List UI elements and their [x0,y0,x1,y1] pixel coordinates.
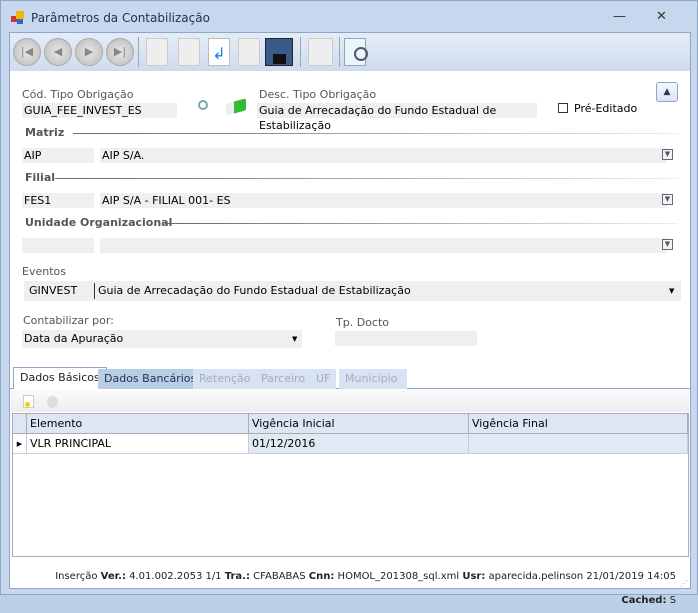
chevron-down-icon[interactable]: ▼ [662,239,673,250]
cell-vigencia-final[interactable] [469,434,688,454]
eventos-name: Guia de Arrecadação do Fundo Estadual de… [98,284,411,297]
pre-editado-checkbox[interactable] [558,103,568,113]
tra-label: Tra.: [224,571,250,582]
minimize-button[interactable]: — [613,9,626,24]
status-version: 4.01.002.2053 [129,571,203,582]
contabilizar-value: Data da Apuração [24,332,124,345]
tab-uf[interactable]: UF [310,369,337,389]
lock-icon[interactable] [308,38,333,66]
first-record-icon[interactable]: |◀ [13,38,41,66]
search-document-icon[interactable] [344,38,368,66]
edit-icon[interactable] [178,38,200,66]
matriz-name-select[interactable]: AIP S/A. [100,148,667,163]
desc-tipo-obrigacao-input[interactable]: Guia de Arrecadação do Fundo Estadual de… [257,103,537,132]
eraser-icon[interactable] [226,98,246,116]
cnn-label: Cnn: [308,571,335,582]
column-header-vigencia-final[interactable]: Vigência Final [469,414,688,434]
delete-icon[interactable] [238,38,260,66]
tab-dados-basicos[interactable]: Dados Básicos [13,367,107,389]
last-record-icon[interactable]: ▶| [106,38,134,66]
eventos-select[interactable]: GINVEST Guia de Arrecadação do Fundo Est… [24,281,681,301]
status-datetime: 21/01/2019 14:05 [586,571,676,582]
ver-label: Ver.: [100,571,126,582]
chevron-down-icon[interactable]: ▼ [669,281,674,301]
previous-record-icon[interactable]: ◀ [44,38,72,66]
tab-retencao[interactable]: Retenção [193,369,257,389]
status-page: 1/1 [205,571,222,582]
status-mode: Inserção [55,571,98,582]
status-tra: CFABABAS [253,571,306,582]
tab-parceiro[interactable]: Parceiro [255,369,312,389]
chevron-down-icon[interactable]: ▼ [292,330,297,348]
data-grid: Elemento Vigência Inicial Vigência Final… [12,413,689,557]
unidade-name-select[interactable] [100,238,667,253]
cod-tipo-obrigacao-label: Cód. Tipo Obrigação [22,88,134,101]
cod-tipo-obrigacao-input[interactable]: GUIA_FEE_INVEST_ES [22,103,177,118]
add-row-icon[interactable] [23,395,34,408]
column-header-elemento[interactable]: Elemento [27,414,249,434]
unidade-section-label: Unidade Organizacional [25,216,173,229]
contabilizar-select[interactable]: Data da Apuração ▼ [22,330,302,348]
cell-elemento[interactable]: VLR PRINCIPAL [27,434,249,454]
matriz-section-label: Matriz [25,126,65,139]
window-title: Parâmetros da Contabilização [31,11,210,25]
search-icon[interactable] [198,100,208,110]
filial-code-input[interactable]: FES1 [22,193,94,208]
delete-row-icon[interactable] [47,396,58,408]
eventos-code: GINVEST [29,284,78,297]
status-bar: Inserção Ver.: 4.01.002.2053 1/1 Tra.: C… [10,565,690,606]
new-document-icon[interactable] [146,38,168,66]
undo-icon[interactable]: ↲ [208,38,230,66]
unidade-code-input[interactable] [22,238,94,253]
chevron-down-icon[interactable]: ▼ [662,194,673,205]
status-user: aparecida.pelinson [488,571,584,582]
cell-vigencia-inicial[interactable]: 01/12/2016 [249,434,469,454]
status-cnn: HOMOL_201308_sql.xml [337,571,460,582]
toolbar: |◀ ◀ ▶ ▶| ↲ [10,33,690,71]
row-selector-icon[interactable]: ▶ [13,434,27,454]
next-record-icon[interactable]: ▶ [75,38,103,66]
close-button[interactable]: ✕ [656,9,667,24]
filial-section-label: Filial [25,171,56,184]
client-area: |◀ ◀ ▶ ▶| ↲ Cód. Tipo Obrigação GUIA_FEE… [9,32,691,606]
collapse-button[interactable]: ▲ [656,82,678,102]
usr-label: Usr: [462,571,486,582]
pre-editado-label: Pré-Editado [574,102,638,115]
resize-grip-icon[interactable]: ⋰ [680,579,688,588]
eventos-label: Eventos [22,265,66,278]
contabilizar-label: Contabilizar por: [23,314,114,327]
app-icon [11,11,25,25]
grid-toolbar [11,390,689,412]
cached-label: Cached: [621,595,667,606]
tab-municipio[interactable]: Município [339,369,408,389]
tab-dados-bancarios[interactable]: Dados Bancários [98,369,203,389]
desc-tipo-obrigacao-label: Desc. Tipo Obrigação [259,88,377,101]
save-icon[interactable] [265,38,293,66]
status-cached: S [669,595,676,606]
tp-docto-label: Tp. Docto [336,316,389,329]
tp-docto-input[interactable] [335,331,477,346]
filial-name-select[interactable]: AIP S/A - FILIAL 001- ES [100,193,667,208]
column-header-vigencia-inicial[interactable]: Vigência Inicial [249,414,469,434]
window: Parâmetros da Contabilização — ✕ |◀ ◀ ▶ … [0,0,698,606]
chevron-down-icon[interactable]: ▼ [662,149,673,160]
matriz-code-input[interactable]: AIP [22,148,94,163]
